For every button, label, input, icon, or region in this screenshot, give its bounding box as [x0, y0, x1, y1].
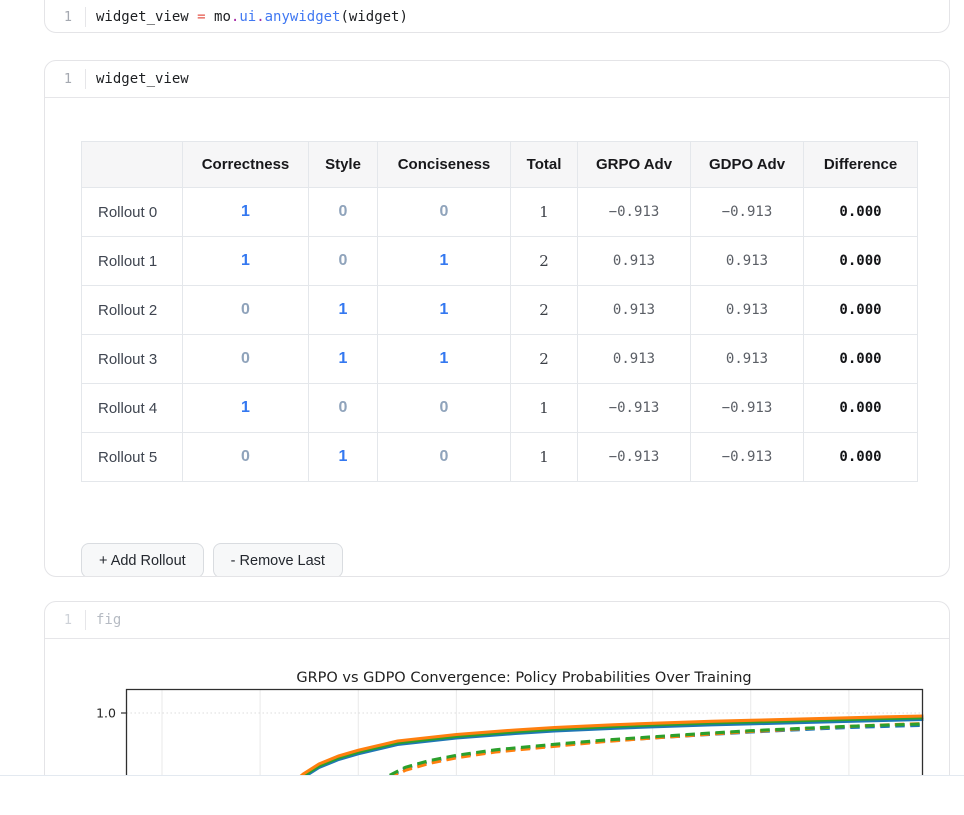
code-token: =: [197, 9, 205, 25]
rollout-table: CorrectnessStyleConcisenessTotalGRPO Adv…: [81, 141, 918, 482]
rollout-table-header: CorrectnessStyleConcisenessTotalGRPO Adv…: [82, 142, 918, 188]
score-toggle-cell[interactable]: 1: [309, 335, 378, 384]
table-row: Rollout 50101−0.913−0.9130.000: [82, 433, 918, 482]
table-row: Rollout 41001−0.913−0.9130.000: [82, 384, 918, 433]
score-toggle-cell[interactable]: 0: [309, 384, 378, 433]
total-value: 1: [511, 188, 578, 237]
code-editor[interactable]: 1 widget_view = mo.ui.anywidget(widget): [45, 0, 949, 33]
difference-value: 0.000: [804, 188, 918, 237]
grpo-adv-value: 0.913: [578, 237, 691, 286]
code-line[interactable]: widget_view = mo.ui.anywidget(widget): [96, 9, 408, 25]
column-header-style: Style: [309, 142, 378, 188]
table-row: Rollout 301120.9130.9130.000: [82, 335, 918, 384]
score-toggle-cell[interactable]: 1: [309, 433, 378, 482]
score-toggle-cell[interactable]: 0: [378, 188, 511, 237]
total-value: 2: [511, 335, 578, 384]
score-toggle-cell[interactable]: 1: [378, 335, 511, 384]
viewport-bottom-edge: [0, 775, 964, 815]
difference-value: 0.000: [804, 384, 918, 433]
gutter-divider: [85, 7, 86, 27]
widget-output: CorrectnessStyleConcisenessTotalGRPO Adv…: [45, 98, 949, 577]
rollout-label: Rollout 4: [82, 384, 183, 433]
column-header-gdpo-adv: GDPO Adv: [691, 142, 804, 188]
difference-value: 0.000: [804, 433, 918, 482]
code-token: fig: [96, 612, 121, 628]
grpo-adv-value: 0.913: [578, 286, 691, 335]
column-header-total: Total: [511, 142, 578, 188]
score-toggle-cell[interactable]: 1: [378, 286, 511, 335]
y-tick-label: 1.0: [96, 706, 116, 721]
gdpo-adv-value: 0.913: [691, 286, 804, 335]
code-line[interactable]: fig: [96, 612, 121, 628]
line-number: 1: [45, 9, 85, 25]
score-toggle-cell[interactable]: 0: [309, 237, 378, 286]
code-token: (widget): [340, 9, 407, 25]
total-value: 2: [511, 286, 578, 335]
remove-last-button[interactable]: - Remove Last: [213, 543, 343, 577]
code-line[interactable]: widget_view: [96, 71, 189, 87]
gutter-divider: [85, 610, 86, 630]
gdpo-adv-value: 0.913: [691, 335, 804, 384]
total-value: 1: [511, 433, 578, 482]
score-toggle-cell[interactable]: 0: [378, 384, 511, 433]
column-header-correctness: Correctness: [183, 142, 309, 188]
column-header-conciseness: Conciseness: [378, 142, 511, 188]
gutter-divider: [85, 69, 86, 89]
code-token: widget_view: [96, 9, 197, 25]
table-header-row: CorrectnessStyleConcisenessTotalGRPO Adv…: [82, 142, 918, 188]
score-toggle-cell[interactable]: 0: [309, 188, 378, 237]
gdpo-adv-value: −0.913: [691, 188, 804, 237]
score-toggle-cell[interactable]: 1: [183, 188, 309, 237]
gdpo-adv-value: −0.913: [691, 433, 804, 482]
total-value: 1: [511, 384, 578, 433]
code-token: mo: [206, 9, 231, 25]
gdpo-adv-value: 0.913: [691, 237, 804, 286]
score-toggle-cell[interactable]: 0: [378, 433, 511, 482]
score-toggle-cell[interactable]: 0: [183, 286, 309, 335]
rollout-label: Rollout 3: [82, 335, 183, 384]
column-header-difference: Difference: [804, 142, 918, 188]
notebook-page: 1 widget_view = mo.ui.anywidget(widget) …: [0, 0, 964, 815]
column-header-grpo-adv: GRPO Adv: [578, 142, 691, 188]
rollout-table-body: Rollout 01001−0.913−0.9130.000Rollout 11…: [82, 188, 918, 482]
code-token: .: [256, 9, 264, 25]
rollout-button-bar: + Add Rollout - Remove Last: [81, 543, 343, 577]
score-toggle-cell[interactable]: 1: [309, 286, 378, 335]
score-toggle-cell[interactable]: 1: [378, 237, 511, 286]
rollout-label: Rollout 2: [82, 286, 183, 335]
cell-widget-assignment: 1 widget_view = mo.ui.anywidget(widget): [44, 0, 950, 33]
difference-value: 0.000: [804, 335, 918, 384]
rollout-label: Rollout 5: [82, 433, 183, 482]
gdpo-adv-value: −0.913: [691, 384, 804, 433]
code-token: anywidget: [265, 9, 341, 25]
column-header-empty: [82, 142, 183, 188]
code-editor[interactable]: 1 fig: [45, 602, 949, 638]
score-toggle-cell[interactable]: 0: [183, 433, 309, 482]
rollout-label: Rollout 0: [82, 188, 183, 237]
total-value: 2: [511, 237, 578, 286]
score-toggle-cell[interactable]: 1: [183, 384, 309, 433]
difference-value: 0.000: [804, 286, 918, 335]
table-row: Rollout 110120.9130.9130.000: [82, 237, 918, 286]
grpo-adv-value: −0.913: [578, 433, 691, 482]
difference-value: 0.000: [804, 237, 918, 286]
grpo-adv-value: 0.913: [578, 335, 691, 384]
chart-title: GRPO vs GDPO Convergence: Policy Probabi…: [296, 670, 751, 686]
score-toggle-cell[interactable]: 0: [183, 335, 309, 384]
score-toggle-cell[interactable]: 1: [183, 237, 309, 286]
code-editor[interactable]: 1 widget_view: [45, 61, 949, 97]
line-number: 1: [45, 612, 85, 628]
code-token: widget_view: [96, 71, 189, 87]
table-row: Rollout 201120.9130.9130.000: [82, 286, 918, 335]
grpo-adv-value: −0.913: [578, 384, 691, 433]
add-rollout-button[interactable]: + Add Rollout: [81, 543, 204, 577]
code-token: ui: [239, 9, 256, 25]
grpo-adv-value: −0.913: [578, 188, 691, 237]
rollout-label: Rollout 1: [82, 237, 183, 286]
table-row: Rollout 01001−0.913−0.9130.000: [82, 188, 918, 237]
line-number: 1: [45, 71, 85, 87]
cell-widget-view: 1 widget_view CorrectnessStyleConcisenes…: [44, 60, 950, 577]
